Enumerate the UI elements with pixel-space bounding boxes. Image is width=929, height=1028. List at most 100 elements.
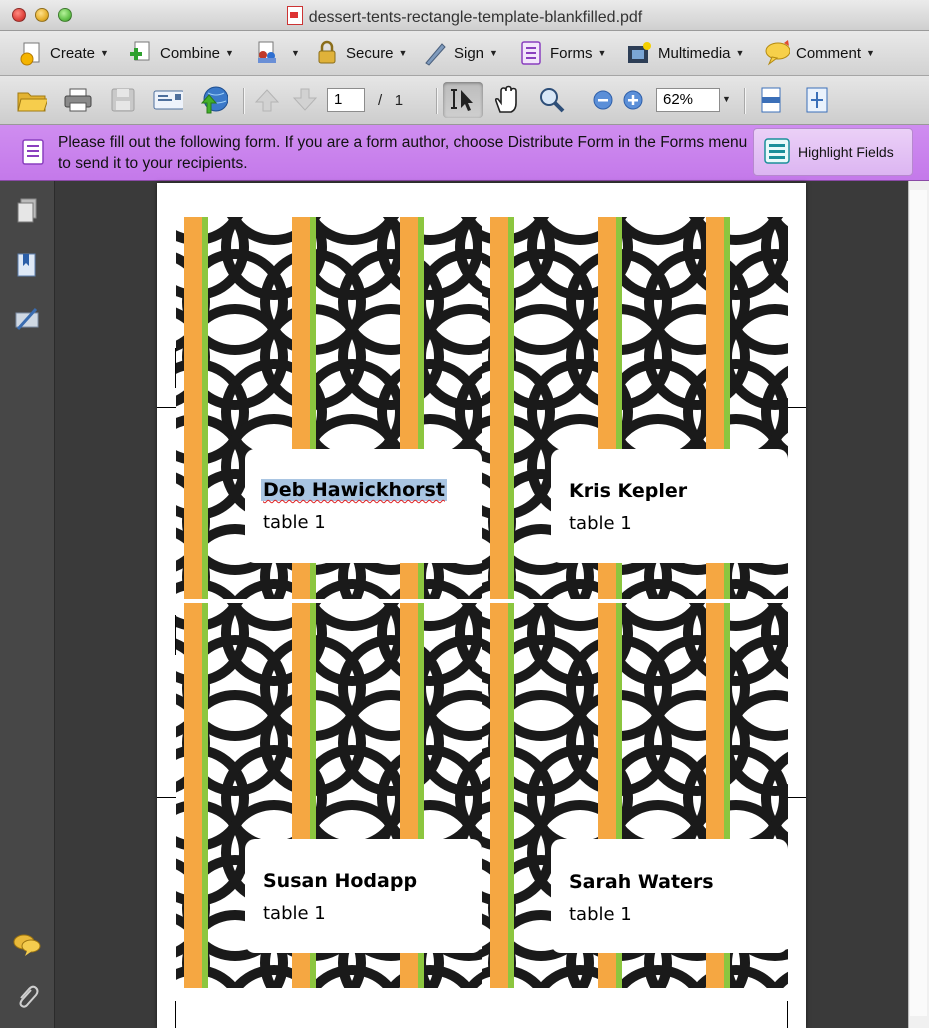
chevron-down-icon: ▼: [735, 48, 745, 58]
collaborate-icon: [254, 40, 280, 66]
fit-page-button[interactable]: [802, 86, 832, 114]
secure-button[interactable]: Secure ▼: [314, 39, 407, 67]
name-field[interactable]: Deb Hawickhorst: [261, 479, 447, 501]
name-field[interactable]: Susan Hodapp: [263, 870, 417, 892]
highlight-fields-label: Highlight Fields: [798, 144, 894, 160]
paperclip-icon: [19, 985, 39, 1008]
save-button[interactable]: [108, 86, 138, 114]
bookmarks-button[interactable]: [13, 251, 41, 279]
tent-card: Kris Kepler table 1: [482, 217, 788, 599]
zoom-out-icon: [593, 90, 613, 110]
chevron-down-icon: ▼: [225, 48, 234, 58]
tent-card: Susan Hodapp table 1: [176, 603, 482, 988]
print-button[interactable]: [63, 86, 93, 114]
navigation-pane: [0, 181, 55, 1028]
chevron-down-icon: ▼: [597, 48, 607, 58]
pages-icon: [17, 198, 37, 223]
magnifier-icon: [540, 88, 565, 113]
orange-stripe: [184, 603, 202, 988]
crop-mark: [157, 407, 176, 408]
combine-icon: [128, 40, 154, 66]
pdf-file-icon: [286, 6, 303, 25]
orange-stripe: [184, 217, 202, 599]
comment-bubble-icon: [764, 40, 790, 66]
fit-page-icon: [806, 87, 828, 113]
fit-width-button[interactable]: [756, 86, 786, 114]
toolbar-divider: [243, 88, 244, 114]
page-separator: /: [378, 92, 383, 109]
marquee-zoom-button[interactable]: [537, 86, 567, 114]
signature-pen-icon: [15, 307, 39, 331]
open-button[interactable]: [17, 86, 47, 114]
zoom-level-input[interactable]: 62%: [656, 88, 720, 112]
orange-stripe: [490, 603, 508, 988]
pdf-page: Deb Hawickhorst table 1 Kris Kepler tabl…: [157, 183, 806, 1028]
zoom-in-button[interactable]: [618, 86, 648, 114]
tent-card: Sarah Waters table 1: [482, 603, 788, 988]
zoom-in-icon: [623, 90, 643, 110]
forms-icon: [518, 40, 544, 66]
signatures-button[interactable]: [13, 305, 41, 333]
crop-mark: [175, 1001, 176, 1028]
comment-button[interactable]: Comment ▼: [764, 39, 875, 67]
name-field[interactable]: Kris Kepler: [569, 480, 687, 502]
name-card: [551, 839, 788, 953]
comment-label: Comment: [796, 44, 862, 62]
sign-button[interactable]: Sign ▼: [422, 39, 498, 67]
page-total: / 1: [378, 92, 403, 109]
multimedia-label: Multimedia: [658, 44, 731, 62]
disk-icon: [111, 88, 135, 112]
pen-icon: [422, 40, 448, 66]
crop-mark: [787, 797, 806, 798]
orange-stripe: [490, 217, 508, 599]
zoom-dropdown-chevron-icon[interactable]: ▼: [722, 94, 731, 104]
next-page-button[interactable]: [290, 86, 320, 114]
green-stripe: [202, 217, 208, 599]
form-message: Please fill out the following form. If y…: [58, 134, 748, 172]
create-icon: [18, 40, 44, 66]
toolbar-divider: [744, 88, 745, 114]
multimedia-button[interactable]: Multimedia ▼: [626, 39, 744, 67]
table-field[interactable]: table 1: [569, 513, 632, 534]
chevron-down-icon: ▼: [489, 48, 498, 58]
email-button[interactable]: [153, 86, 183, 114]
fit-width-icon: [761, 87, 781, 113]
lock-icon: [314, 40, 340, 66]
create-button[interactable]: Create ▼: [18, 39, 109, 67]
attachments-button[interactable]: [13, 983, 41, 1011]
name-card: [245, 839, 482, 953]
window-title: dessert-tents-rectangle-template-blankfi…: [0, 6, 929, 27]
create-label: Create: [50, 44, 96, 62]
secure-label: Secure: [346, 44, 394, 62]
scrollbar-thumb[interactable]: [910, 190, 927, 1016]
highlight-fields-icon: [764, 137, 790, 167]
forms-icon: [22, 139, 44, 170]
page-number-input[interactable]: 1: [327, 88, 365, 112]
share-button[interactable]: [198, 86, 228, 114]
table-field[interactable]: table 1: [569, 904, 632, 925]
table-field[interactable]: table 1: [263, 512, 326, 533]
window-title-text: dessert-tents-rectangle-template-blankfi…: [308, 9, 643, 26]
name-card: [245, 449, 482, 563]
comments-panel-button[interactable]: [13, 931, 41, 959]
green-stripe: [202, 603, 208, 988]
previous-page-button[interactable]: [252, 86, 282, 114]
table-field[interactable]: table 1: [263, 903, 326, 924]
hand-icon: [494, 85, 517, 113]
page-thumbnails-button[interactable]: [13, 197, 41, 225]
chevron-down-icon: ▼: [100, 48, 109, 58]
hand-tool-button[interactable]: [491, 85, 521, 114]
collaborate-button[interactable]: ▼: [254, 39, 300, 67]
select-cursor-tool[interactable]: [448, 86, 478, 114]
crop-mark: [157, 797, 176, 798]
bookmark-icon: [17, 253, 36, 277]
highlight-fields-button[interactable]: Highlight Fields: [753, 128, 913, 176]
chevron-down-icon: ▼: [398, 48, 408, 58]
crop-mark: [787, 1001, 788, 1028]
zoom-out-button[interactable]: [588, 86, 618, 114]
forms-button[interactable]: Forms ▼: [518, 39, 606, 67]
name-field[interactable]: Sarah Waters: [569, 871, 714, 893]
arrow-up-icon: [254, 89, 280, 112]
text-select-cursor-icon: [451, 89, 473, 111]
combine-button[interactable]: Combine ▼: [128, 39, 234, 67]
